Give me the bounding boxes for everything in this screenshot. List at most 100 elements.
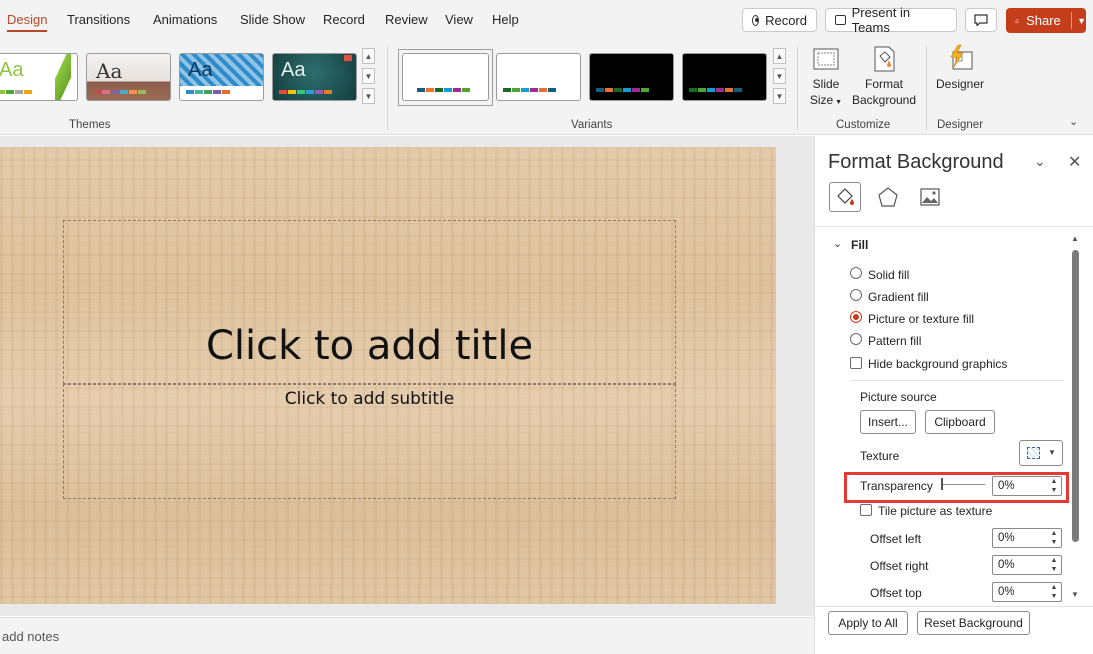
notes-placeholder-text: add notes: [2, 629, 60, 644]
format-background-button[interactable]: Format Background: [850, 44, 918, 108]
spinner-arrows-icon[interactable]: ▲ ▼: [1049, 556, 1059, 574]
title-placeholder[interactable]: Click to add title: [63, 220, 676, 384]
tab-animations[interactable]: Animations: [153, 12, 217, 27]
pane-title: Format Background: [828, 151, 1004, 173]
tile-picture-checkbox[interactable]: [860, 504, 872, 516]
pane-scrollbar[interactable]: ▲ ▼: [1070, 234, 1082, 602]
paint-bucket-icon: [837, 188, 854, 205]
gradient-fill-radio[interactable]: [850, 289, 862, 301]
spinner-arrows-icon[interactable]: ▲ ▼: [1049, 529, 1059, 547]
tab-help[interactable]: Help: [492, 12, 519, 27]
chevron-down-icon[interactable]: ⌄: [833, 237, 842, 250]
texture-swatch-icon: [1027, 447, 1040, 459]
comment-icon: [974, 14, 988, 26]
hide-background-graphics-label[interactable]: Hide background graphics: [868, 357, 1007, 371]
variants-scroll-up[interactable]: ▲: [773, 48, 786, 64]
notes-pane[interactable]: add notes: [0, 617, 814, 654]
fill-section-header[interactable]: Fill: [851, 238, 868, 252]
pentagon-icon: [878, 187, 898, 207]
designer-icon: [950, 44, 973, 70]
theme-accent-shape: [344, 55, 352, 61]
subtitle-placeholder-text: Click to add subtitle: [284, 389, 455, 409]
variant-color-stripe: [596, 88, 649, 92]
pane-divider: [815, 226, 1093, 227]
format-background-pane: Format Background ⌄ ✕ ⌄ Fill Solid fill …: [814, 136, 1093, 654]
hide-background-graphics-checkbox[interactable]: [850, 357, 862, 369]
variant-thumbnail-1[interactable]: [402, 53, 489, 101]
picture-tab[interactable]: [915, 182, 945, 212]
theme-thumbnail-dark-teal[interactable]: Aa: [272, 53, 357, 101]
themes-scroll-down[interactable]: ▼: [362, 68, 375, 84]
slide-canvas[interactable]: Click to add title Click to add subtitle: [0, 147, 776, 604]
texture-dropdown[interactable]: ▼: [1019, 440, 1063, 466]
title-placeholder-text: Click to add title: [205, 323, 534, 369]
ribbon-tab-bar: Design Transitions Animations Slide Show…: [0, 0, 1093, 40]
solid-fill-label[interactable]: Solid fill: [868, 268, 909, 282]
solid-fill-radio[interactable]: [850, 267, 862, 279]
offset-top-label: Offset top: [870, 586, 922, 600]
apply-to-all-button[interactable]: Apply to All: [828, 611, 908, 635]
variant-thumbnail-3[interactable]: [589, 53, 674, 101]
share-icon: [1015, 18, 1019, 23]
themes-scroll-up[interactable]: ▲: [362, 48, 375, 64]
transparency-slider[interactable]: [941, 478, 985, 490]
designer-button[interactable]: Designer: [933, 44, 987, 92]
theme-thumb-text: Aa: [281, 59, 306, 81]
reset-background-button[interactable]: Reset Background: [917, 611, 1030, 635]
spinner-arrows-icon[interactable]: ▲ ▼: [1049, 583, 1059, 601]
scroll-up-icon[interactable]: ▲: [1071, 234, 1079, 243]
share-label: Share: [1026, 13, 1061, 28]
slide-size-button[interactable]: Slide Size ▼: [806, 44, 846, 111]
gradient-fill-label[interactable]: Gradient fill: [868, 290, 929, 304]
picture-texture-fill-label[interactable]: Picture or texture fill: [868, 312, 974, 326]
scroll-down-icon[interactable]: ▼: [1071, 590, 1079, 599]
scrollbar-thumb[interactable]: [1072, 250, 1079, 542]
pane-footer-divider: [815, 606, 1093, 607]
tab-slide-show[interactable]: Slide Show: [240, 12, 305, 27]
tab-review[interactable]: Review: [385, 12, 428, 27]
tab-transitions[interactable]: Transitions: [67, 12, 130, 27]
variant-thumbnail-2[interactable]: [496, 53, 581, 101]
spinner-arrows-icon[interactable]: ▲ ▼: [1049, 477, 1059, 495]
tile-picture-label[interactable]: Tile picture as texture: [878, 504, 992, 518]
theme-thumbnail-organic[interactable]: Aa: [86, 53, 171, 101]
picture-source-label: Picture source: [860, 390, 937, 404]
theme-thumbnail-pattern[interactable]: Aa: [179, 53, 264, 101]
present-in-teams-button[interactable]: Present in Teams: [825, 5, 957, 35]
tab-view[interactable]: View: [445, 12, 473, 27]
picture-texture-fill-radio[interactable]: [850, 311, 862, 323]
theme-color-stripe: [0, 90, 32, 94]
record-button[interactable]: Record: [742, 8, 817, 32]
theme-color-stripe: [186, 90, 230, 94]
variants-more-button[interactable]: ▼: [773, 88, 786, 104]
pattern-fill-label[interactable]: Pattern fill: [868, 334, 921, 348]
transparency-spinner[interactable]: 0% ▲ ▼: [992, 476, 1062, 496]
close-icon[interactable]: ✕: [1068, 152, 1081, 172]
variant-color-stripe: [689, 88, 742, 92]
chevron-down-icon[interactable]: ⌄: [1034, 153, 1046, 170]
variant-thumbnail-4[interactable]: [682, 53, 767, 101]
themes-more-button[interactable]: ▼: [362, 88, 375, 104]
theme-thumbnail-facet[interactable]: Aa: [0, 53, 78, 101]
insert-picture-button[interactable]: Insert...: [860, 410, 916, 434]
fill-line-tab[interactable]: [829, 182, 861, 212]
subtitle-placeholder[interactable]: Click to add subtitle: [63, 384, 676, 499]
pattern-fill-radio[interactable]: [850, 333, 862, 345]
offset-top-spinner[interactable]: 0% ▲ ▼: [992, 582, 1062, 602]
clipboard-button[interactable]: Clipboard: [925, 410, 995, 434]
offset-left-spinner[interactable]: 0% ▲ ▼: [992, 528, 1062, 548]
tab-design[interactable]: Design: [7, 12, 48, 32]
ribbon-separator: [387, 46, 388, 130]
effects-tab[interactable]: [873, 182, 903, 212]
share-button[interactable]: Share ▼: [1006, 8, 1086, 33]
customize-group-label: Customize: [836, 119, 891, 131]
slider-thumb[interactable]: [941, 478, 943, 490]
variants-scroll-down[interactable]: ▼: [773, 68, 786, 84]
offset-right-spinner[interactable]: 0% ▲ ▼: [992, 555, 1062, 575]
tab-record[interactable]: Record: [323, 12, 365, 27]
insert-picture-label: Insert...: [867, 415, 908, 429]
clipboard-label: Clipboard: [934, 415, 986, 429]
chevron-down-icon[interactable]: ⌄: [1069, 115, 1078, 128]
chevron-down-icon[interactable]: ▼: [1077, 16, 1086, 26]
comments-button[interactable]: [965, 8, 997, 32]
